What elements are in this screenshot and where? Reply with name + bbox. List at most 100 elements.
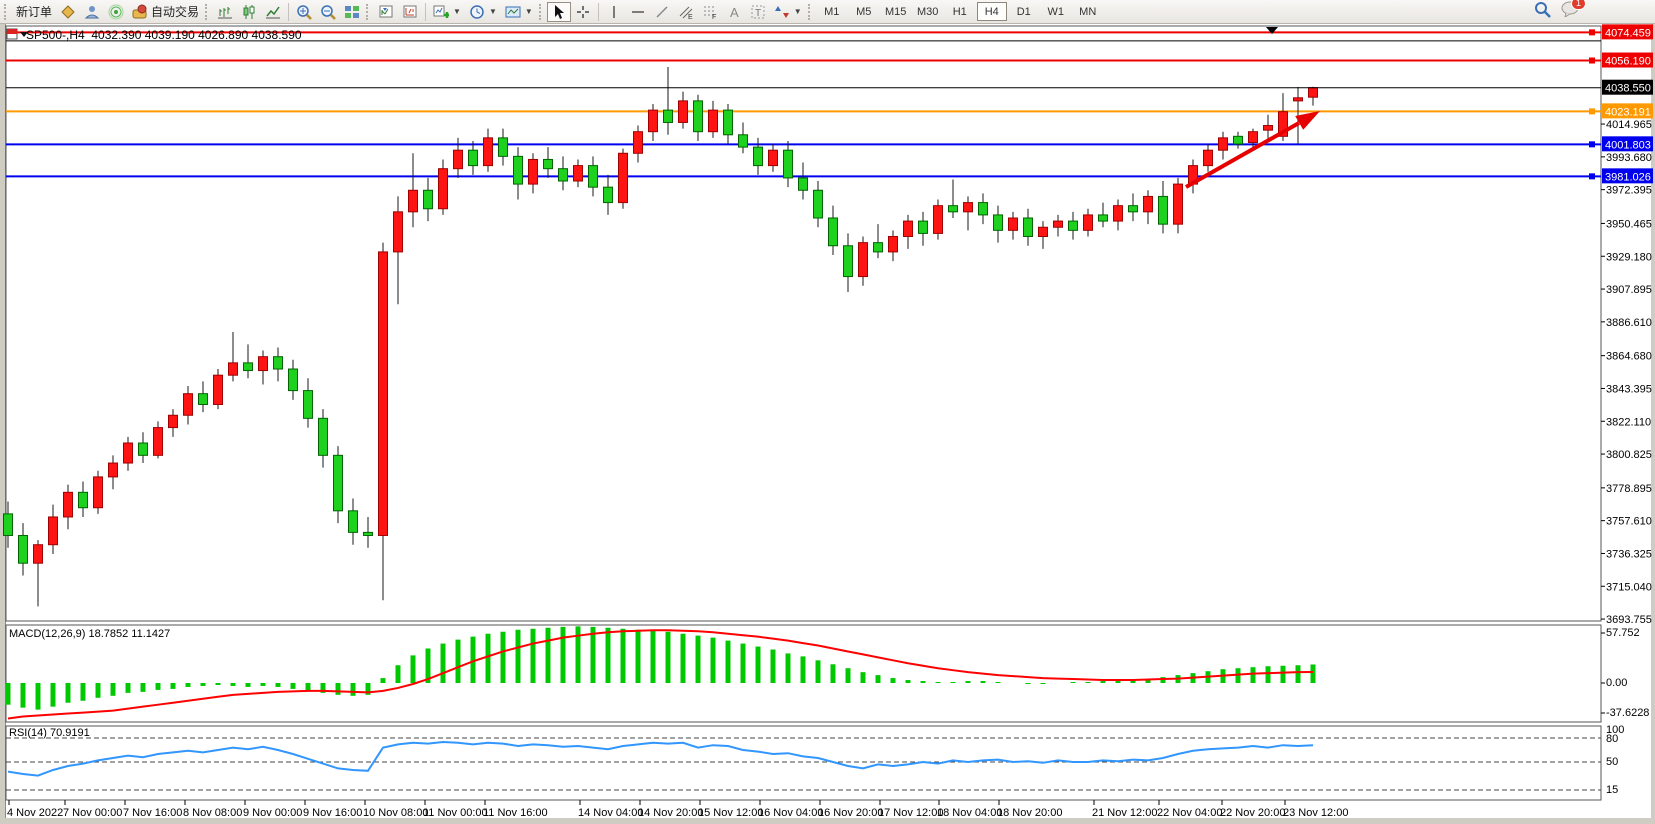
line-handle[interactable] <box>1589 58 1595 64</box>
candle-body <box>1099 215 1108 221</box>
candle-body <box>289 369 298 391</box>
toolbar-grip[interactable] <box>366 4 370 20</box>
svg-text:4 Nov 2022: 4 Nov 2022 <box>7 807 63 819</box>
svg-text:16 Nov 20:00: 16 Nov 20:00 <box>818 807 883 819</box>
line-handle[interactable] <box>1589 173 1595 179</box>
chevron-down-icon: ▼ <box>489 7 497 16</box>
timeframe-MN[interactable]: MN <box>1073 2 1103 21</box>
candle-body <box>514 156 523 184</box>
candlestick-chart-button[interactable] <box>237 2 261 22</box>
timeframe-H4[interactable]: H4 <box>977 2 1007 21</box>
auto-arrange-button[interactable] <box>398 2 422 22</box>
chevron-down-icon: ▼ <box>453 7 461 16</box>
timeframe-M30[interactable]: M30 <box>913 2 943 21</box>
svg-text:F: F <box>712 14 716 20</box>
vertical-line-icon <box>606 4 622 20</box>
svg-text:16 Nov 04:00: 16 Nov 04:00 <box>758 807 823 819</box>
bar-chart-button[interactable] <box>213 2 237 22</box>
candle-body <box>1234 136 1243 144</box>
tile-windows-icon <box>344 4 360 20</box>
svg-text:18 Nov 20:00: 18 Nov 20:00 <box>997 807 1062 819</box>
search-icon <box>1534 1 1551 18</box>
svg-text:14 Nov 04:00: 14 Nov 04:00 <box>578 807 643 819</box>
candle-body <box>604 187 613 202</box>
line-handle[interactable] <box>1589 141 1595 147</box>
timeframe-H1[interactable]: H1 <box>945 2 975 21</box>
svg-text:4056.190: 4056.190 <box>1605 56 1651 68</box>
vertical-line-tool-button[interactable] <box>602 2 626 22</box>
text-tool-button[interactable]: A <box>722 2 746 22</box>
template-button[interactable]: ▼ <box>501 2 537 22</box>
candle-body <box>274 357 283 369</box>
chevron-down-icon: ▼ <box>794 7 802 16</box>
horizontal-line-tool-button[interactable] <box>626 2 650 22</box>
svg-text:9 Nov 16:00: 9 Nov 16:00 <box>303 807 362 819</box>
toolbar-separator <box>598 3 599 21</box>
cursor-tool-button[interactable] <box>547 2 571 22</box>
candle-body <box>1174 184 1183 224</box>
new-order-button[interactable]: 新订单 <box>12 2 56 22</box>
timeframe-M15[interactable]: M15 <box>881 2 911 21</box>
timeframe-D1[interactable]: D1 <box>1009 2 1039 21</box>
candle-body <box>349 511 358 533</box>
signal-button[interactable] <box>104 2 128 22</box>
candle-body <box>1129 206 1138 212</box>
svg-text:3757.610: 3757.610 <box>1606 516 1652 528</box>
candle-body <box>1204 150 1213 165</box>
svg-text:11 Nov 00:00: 11 Nov 00:00 <box>423 807 488 819</box>
chart-canvas[interactable]: 4014.9653993.6803972.3953950.4653929.180… <box>0 24 1655 824</box>
candle-body <box>1114 206 1123 221</box>
label-tool-button[interactable]: T <box>746 2 770 22</box>
zoom-out-button[interactable] <box>316 2 340 22</box>
svg-text:3864.680: 3864.680 <box>1606 351 1652 363</box>
fibonacci-icon: F <box>702 4 718 20</box>
arrange-charts-button[interactable] <box>374 2 398 22</box>
line-handle[interactable] <box>1589 108 1595 114</box>
candle-body <box>739 135 748 147</box>
search-button[interactable] <box>1534 1 1551 23</box>
svg-text:3736.325: 3736.325 <box>1606 548 1652 560</box>
toolbar-grip[interactable] <box>205 4 209 20</box>
auto-trading-label: 自动交易 <box>151 3 199 20</box>
timeframe-M1[interactable]: M1 <box>817 2 847 21</box>
bar-chart-icon <box>217 4 233 20</box>
candle-body <box>769 150 778 165</box>
tile-windows-button[interactable] <box>340 2 364 22</box>
zoom-out-icon <box>320 4 336 20</box>
svg-text:3778.895: 3778.895 <box>1606 483 1652 495</box>
periods-clock-button[interactable]: ▼ <box>465 2 501 22</box>
ticket-button[interactable] <box>56 2 80 22</box>
timeframe-W1[interactable]: W1 <box>1041 2 1071 21</box>
candle-body <box>199 394 208 405</box>
arrow-shapes-icon <box>774 4 790 20</box>
line-chart-icon <box>265 4 281 20</box>
trendline-tool-button[interactable] <box>650 2 674 22</box>
svg-text:3693.755: 3693.755 <box>1606 614 1652 626</box>
timeframe-M5[interactable]: M5 <box>849 2 879 21</box>
fibonacci-tool-button[interactable]: F <box>698 2 722 22</box>
equidistant-channel-tool-button[interactable]: E <box>674 2 698 22</box>
svg-text:3800.825: 3800.825 <box>1606 449 1652 461</box>
cursor-icon <box>551 4 567 20</box>
text-a-icon: A <box>726 4 742 20</box>
svg-text:80: 80 <box>1606 733 1618 745</box>
arrows-tool-button[interactable]: ▼ <box>770 2 806 22</box>
candlestick-chart-icon <box>241 4 257 20</box>
add-indicator-button[interactable]: ▼ <box>429 2 465 22</box>
toolbar-grip[interactable] <box>539 4 543 20</box>
line-chart-button[interactable] <box>261 2 285 22</box>
candle-body <box>874 243 883 252</box>
zoom-in-button[interactable] <box>292 2 316 22</box>
toolbar-grip[interactable] <box>4 4 8 20</box>
auto-trading-button[interactable]: 自动交易 <box>128 2 203 22</box>
notifications-button[interactable]: 1 <box>1561 1 1579 22</box>
profile-button[interactable] <box>80 2 104 22</box>
candle-body <box>439 169 448 209</box>
notification-badge: 1 <box>1571 0 1586 10</box>
crosshair-tool-button[interactable] <box>571 2 595 22</box>
timeframe-bar: M1M5M15M30H1H4D1W1MN <box>816 2 1104 22</box>
line-handle[interactable] <box>1589 29 1595 35</box>
candle-body <box>559 169 568 181</box>
macd-indicator-label: MACD(12,26,9) 18.7852 11.1427 <box>9 628 170 640</box>
toolbar-grip[interactable] <box>808 4 812 20</box>
